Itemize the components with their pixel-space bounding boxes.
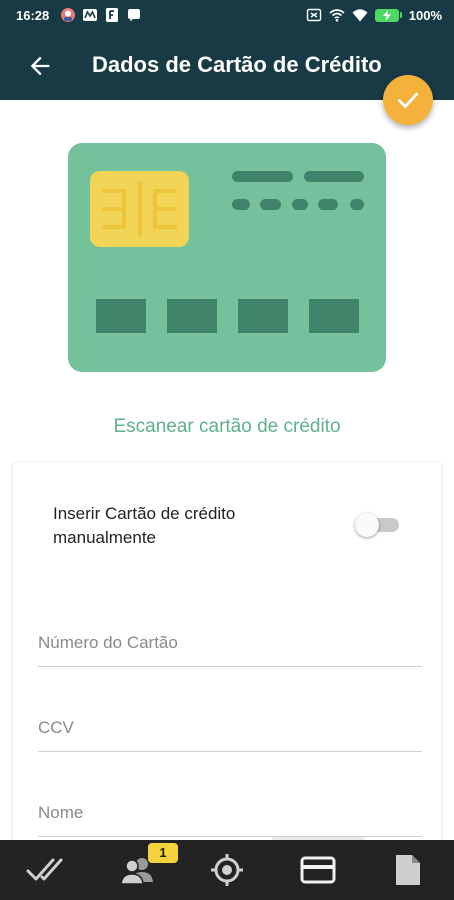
card-number-block [96, 299, 146, 333]
nav-item-documents[interactable] [378, 840, 438, 900]
avatar-icon [61, 8, 75, 22]
card-detail-dot [318, 199, 338, 210]
card-number-block [238, 299, 288, 333]
chip-icon [90, 171, 189, 247]
mail-icon [83, 9, 97, 21]
ccv-input[interactable] [38, 708, 422, 748]
card-detail-dot [350, 199, 364, 210]
notification-badge: 1 [148, 843, 178, 863]
notification-icons [60, 7, 142, 23]
ccv-field [38, 708, 422, 752]
manual-entry-label: Inserir Cartão de crédito manualmente [53, 504, 236, 547]
card-detail-dot [232, 199, 250, 210]
document-icon [396, 855, 420, 885]
credit-card-illustration [68, 143, 386, 372]
bottom-navigation [0, 840, 454, 900]
nav-item-location[interactable] [197, 840, 257, 900]
card-number-block [309, 299, 359, 333]
credit-card-icon [300, 856, 336, 884]
manual-entry-toggle[interactable] [355, 513, 403, 537]
card-detail-dot [292, 199, 308, 210]
news-icon [106, 8, 118, 22]
location-target-icon [211, 854, 243, 886]
battery-percentage: 100% [408, 7, 442, 23]
name-input[interactable] [38, 793, 422, 833]
chat-icon [128, 9, 140, 22]
nav-item-done[interactable] [16, 840, 76, 900]
name-field [38, 793, 422, 837]
back-button[interactable] [26, 52, 54, 80]
status-bar: 16:28 100% [0, 0, 454, 32]
card-number-block [167, 299, 217, 333]
card-detail-line [232, 171, 293, 182]
card-number-input[interactable] [38, 623, 422, 663]
check-icon [397, 92, 419, 108]
card-detail-dot [260, 199, 281, 210]
nav-item-payment[interactable] [288, 840, 348, 900]
double-check-icon [26, 858, 63, 881]
card-detail-line [304, 171, 364, 182]
scan-credit-card-link[interactable]: Escanear cartão de crédito [0, 416, 454, 438]
card-number-field [38, 623, 422, 667]
battery-icon [374, 8, 402, 22]
status-time: 16:28 [16, 8, 50, 23]
system-icons: 100% [306, 7, 442, 23]
wifi-hotspot-icon [329, 9, 345, 22]
card-form: Inserir Cartão de crédito manualmente [13, 463, 441, 900]
wifi-icon [352, 9, 368, 22]
confirm-button[interactable] [383, 75, 433, 125]
toggle-thumb [355, 513, 379, 537]
nfc-icon [306, 8, 321, 22]
page-title: Dados de Cartão de Crédito [92, 52, 382, 77]
